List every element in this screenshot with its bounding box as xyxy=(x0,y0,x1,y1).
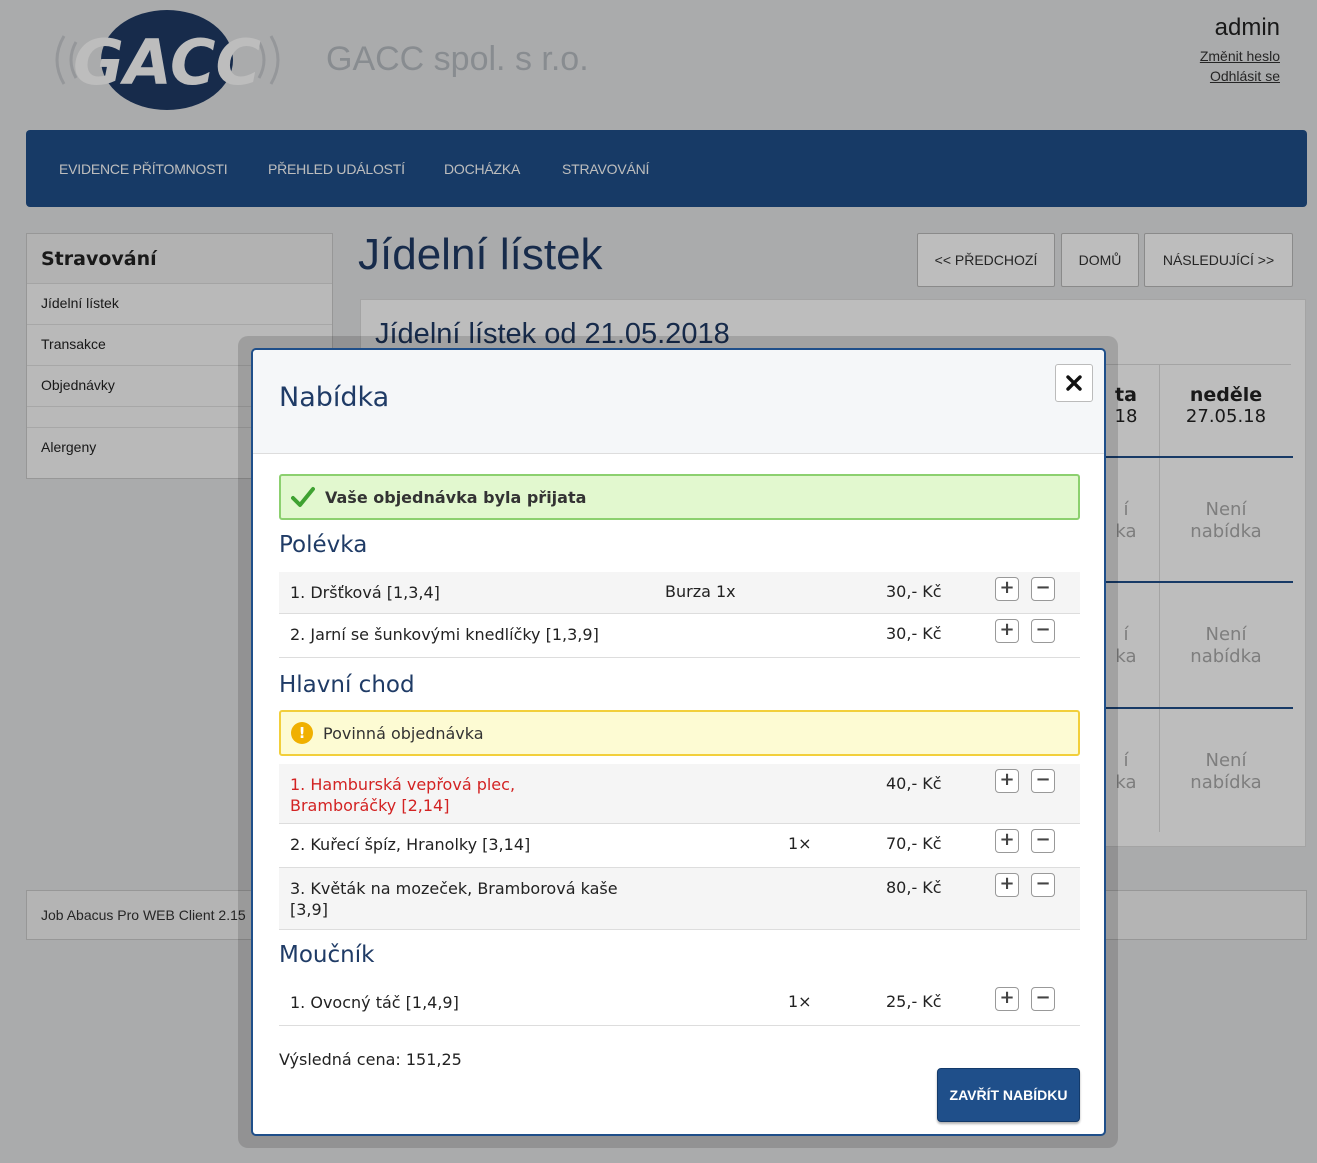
menu-item-price: 25,- Kč xyxy=(886,992,942,1011)
warning-alert: ! Povinná objednávka xyxy=(279,710,1080,756)
menu-item-price: 80,- Kč xyxy=(886,878,942,897)
decrease-button[interactable]: − xyxy=(1031,619,1055,643)
menu-item-name: 1. Ovocný táč [1,4,9] xyxy=(290,993,459,1012)
menu-item-note: 1× xyxy=(788,834,812,853)
modal-title: Nabídka xyxy=(279,382,390,413)
warning-message: Povinná objednávka xyxy=(323,723,484,743)
menu-item-price: 70,- Kč xyxy=(886,834,942,853)
increase-button[interactable]: + xyxy=(995,619,1019,643)
menu-item-price: 30,- Kč xyxy=(886,624,942,643)
modal-header: Nabídka xyxy=(253,350,1104,454)
decrease-button[interactable]: − xyxy=(1031,577,1055,601)
menu-item-price: 30,- Kč xyxy=(886,582,942,601)
menu-item-row: 1. Ovocný táč [1,4,9] 1× 25,- Kč + − xyxy=(279,982,1080,1026)
increase-button[interactable]: + xyxy=(995,769,1019,793)
close-icon xyxy=(1066,375,1082,391)
checkmark-icon xyxy=(291,487,315,507)
menu-item-row: 2. Kuřecí špíz, Hranolky [3,14] 1× 70,- … xyxy=(279,824,1080,868)
menu-item-price: 40,- Kč xyxy=(886,774,942,793)
section-title-main-course: Hlavní chod xyxy=(279,672,415,698)
menu-item-name: 1. Hamburská vepřová plec, Bramboráčky [… xyxy=(290,775,516,815)
modal-close-button[interactable] xyxy=(1055,364,1093,402)
increase-button[interactable]: + xyxy=(995,873,1019,897)
menu-item-note: 1× xyxy=(788,992,812,1011)
section-title-dessert: Moučník xyxy=(279,942,375,968)
increase-button[interactable]: + xyxy=(995,987,1019,1011)
menu-item-row: 1. Dršťková [1,3,4] Burza 1x 30,- Kč + − xyxy=(279,572,1080,614)
section-title-soup: Polévka xyxy=(279,532,368,558)
increase-button[interactable]: + xyxy=(995,829,1019,853)
success-message: Vaše objednávka byla přijata xyxy=(325,487,587,507)
increase-button[interactable]: + xyxy=(995,577,1019,601)
decrease-button[interactable]: − xyxy=(1031,873,1055,897)
close-offer-button[interactable]: ZAVŘÍT NABÍDKU xyxy=(937,1068,1080,1122)
menu-item-name: 3. Květák na mozeček, Bramborová kaše [3… xyxy=(290,879,618,919)
total-price: Výsledná cena: 151,25 xyxy=(279,1050,462,1069)
info-icon: ! xyxy=(291,722,313,744)
menu-item-note: Burza 1x xyxy=(665,582,736,601)
menu-item-row: 2. Jarní se šunkovými knedlíčky [1,3,9] … xyxy=(279,614,1080,658)
menu-item-row: 3. Květák na mozeček, Bramborová kaše [3… xyxy=(279,868,1080,930)
success-alert: Vaše objednávka byla přijata xyxy=(279,474,1080,520)
menu-item-name: 1. Dršťková [1,3,4] xyxy=(290,583,440,602)
menu-item-name: 2. Jarní se šunkovými knedlíčky [1,3,9] xyxy=(290,625,599,644)
decrease-button[interactable]: − xyxy=(1031,829,1055,853)
decrease-button[interactable]: − xyxy=(1031,769,1055,793)
menu-item-name: 2. Kuřecí špíz, Hranolky [3,14] xyxy=(290,835,531,854)
decrease-button[interactable]: − xyxy=(1031,987,1055,1011)
offer-modal: Nabídka Vaše objednávka byla přijata Pol… xyxy=(251,348,1106,1136)
menu-item-row: 1. Hamburská vepřová plec, Bramboráčky [… xyxy=(279,764,1080,824)
